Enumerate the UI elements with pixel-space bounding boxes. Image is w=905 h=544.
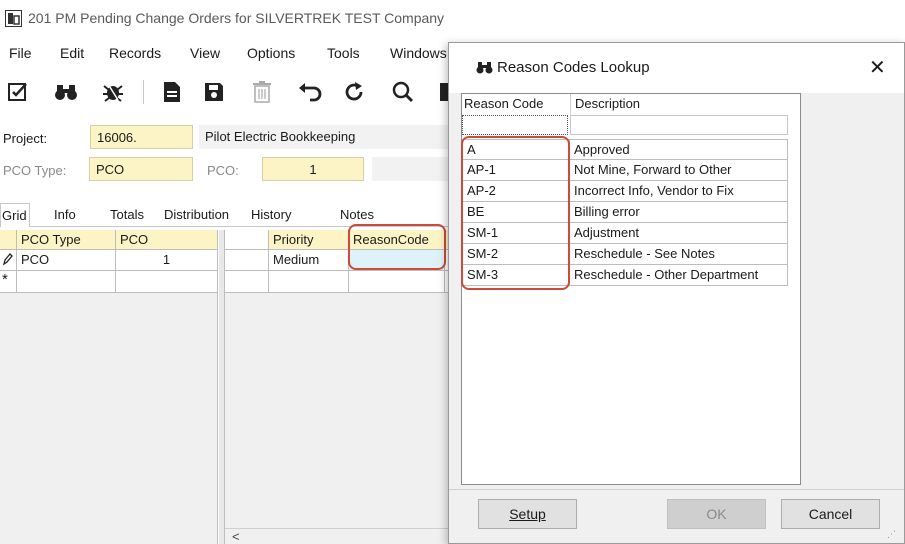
cell-priority[interactable]: Medium (269, 250, 349, 271)
ok-button[interactable]: OK (667, 499, 766, 529)
window-title: 201 PM Pending Change Orders for SILVERT… (28, 10, 445, 26)
new-row-cell[interactable] (225, 271, 269, 293)
project-label: Project: (3, 131, 48, 146)
refresh-icon[interactable] (340, 78, 368, 106)
scroll-left-icon[interactable]: < (232, 529, 240, 544)
pco-extra-field (372, 157, 457, 181)
tab-totals[interactable]: Totals (110, 203, 144, 227)
app-icon (5, 10, 22, 27)
tab-distribution[interactable]: Distribution (164, 203, 229, 227)
column-header-priority[interactable]: Priority (269, 230, 349, 250)
new-row-cell[interactable] (17, 271, 116, 293)
pencil-icon (2, 253, 13, 266)
menu-view[interactable]: View (190, 45, 220, 61)
menu-options[interactable]: Options (247, 45, 295, 61)
undo-icon[interactable] (296, 78, 324, 106)
dialog-button-divider (449, 489, 904, 490)
project-description: Pilot Electric Bookkeeping (199, 125, 457, 149)
cell-pco-type[interactable]: PCO (17, 250, 116, 271)
row-edit-indicator (0, 250, 17, 271)
reasoncode-highlight (348, 224, 446, 270)
description-cell[interactable]: Adjustment (570, 223, 788, 244)
description-cell[interactable]: Incorrect Info, Vendor to Fix (570, 181, 788, 202)
menu-file[interactable]: File (9, 45, 32, 61)
column-header-pco-type[interactable]: PCO Type (17, 230, 116, 250)
pco-label: PCO: (207, 163, 239, 178)
binoculars-icon[interactable] (52, 78, 80, 106)
description-cell[interactable]: Reschedule - Other Department (570, 265, 788, 286)
horizontal-scrollbar[interactable] (225, 528, 460, 544)
cell-blank[interactable] (225, 250, 269, 271)
new-row-cell[interactable] (116, 271, 218, 293)
close-icon[interactable]: ✕ (869, 55, 886, 80)
resize-grip-icon[interactable]: ⋰ (887, 529, 896, 540)
description-filter-input[interactable] (570, 115, 788, 135)
tab-history[interactable]: History (251, 203, 291, 227)
search-icon[interactable] (389, 78, 417, 106)
description-cell[interactable]: Approved (570, 139, 788, 160)
column-header-pco[interactable]: PCO (116, 230, 218, 250)
menu-records[interactable]: Records (109, 45, 161, 61)
toolbar-separator (143, 80, 144, 104)
menu-edit[interactable]: Edit (60, 45, 84, 61)
tab-grid[interactable]: Grid (0, 203, 30, 227)
pco-type-field[interactable]: PCO (89, 157, 193, 181)
row-header-corner (0, 230, 17, 250)
binoculars-icon (476, 61, 493, 78)
bug-icon[interactable] (99, 78, 127, 106)
column-header-description[interactable]: Description (570, 94, 800, 115)
description-cell[interactable]: Reschedule - See Notes (570, 244, 788, 265)
cancel-button[interactable]: Cancel (781, 499, 880, 529)
setup-button[interactable]: Setup (478, 499, 577, 529)
new-row-cell[interactable] (269, 271, 349, 293)
save-icon[interactable] (200, 78, 228, 106)
pco-type-label: PCO Type: (3, 163, 67, 178)
menu-windows[interactable]: Windows (390, 45, 447, 61)
new-row-indicator: * (0, 271, 17, 293)
reason-code-column-highlight (461, 136, 570, 290)
dialog-title: Reason Codes Lookup (497, 59, 650, 76)
reason-code-filter-input[interactable] (462, 115, 568, 135)
reason-codes-dialog: Reason Codes Lookup ✕ Reason Code Descri… (448, 42, 905, 544)
description-cell[interactable]: Billing error (570, 202, 788, 223)
project-field[interactable]: 16006. (90, 125, 193, 149)
column-header-blank (225, 230, 269, 250)
delete-icon[interactable] (248, 78, 276, 106)
edit-check-icon[interactable] (4, 78, 32, 106)
menu-tools[interactable]: Tools (327, 45, 360, 61)
description-cell[interactable]: Not Mine, Forward to Other (570, 160, 788, 181)
pco-field[interactable]: 1 (262, 157, 364, 181)
new-row-cell[interactable] (349, 271, 445, 293)
column-header-reason-code[interactable]: Reason Code (462, 94, 570, 115)
document-icon[interactable] (158, 78, 186, 106)
tab-info[interactable]: Info (54, 203, 76, 227)
cell-pco[interactable]: 1 (116, 250, 218, 271)
